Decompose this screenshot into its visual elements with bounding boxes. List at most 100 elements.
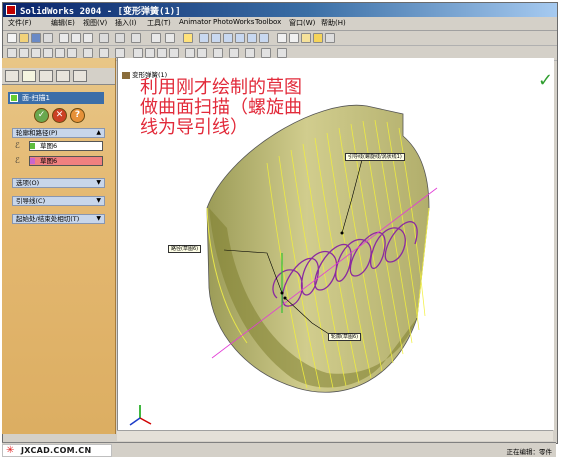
watermark-text: JXCAD.COM.CN [21, 446, 92, 455]
profile-field[interactable]: 草图6 [29, 141, 103, 151]
section-view-icon[interactable] [325, 33, 335, 43]
trim-icon[interactable] [99, 48, 109, 58]
menu-file[interactable]: 文件(F) [8, 18, 32, 28]
property-manager-title: 面-扫描1 [22, 94, 50, 102]
chevron-down-icon: ▼ [96, 215, 101, 222]
guide-curves-group-label: 引导线(C) [16, 197, 46, 205]
display-manager-tab-icon[interactable] [56, 70, 70, 82]
chevron-up-icon: ▲ [96, 129, 101, 136]
start-end-tangency-group[interactable]: 起始处/结束处相切(T) ▼ [12, 214, 105, 224]
guide-curve-callout: 引导线(螺旋线/涡状线1) [345, 153, 405, 161]
leader-dot [283, 296, 287, 300]
undo-icon[interactable] [99, 33, 109, 43]
menu-toolbox[interactable]: Toolbox [255, 18, 281, 26]
path-callout: 路径(草图6) [168, 245, 202, 253]
sketch-icon[interactable] [7, 48, 17, 58]
path-color-swatch [30, 158, 35, 164]
chevron-down-icon: ▼ [96, 179, 101, 186]
cancel-button[interactable]: ✕ [52, 108, 67, 123]
path-selection-row: ℰ 草图6 [15, 155, 103, 167]
shell-icon[interactable] [213, 48, 223, 58]
cut-icon[interactable] [59, 33, 69, 43]
helix-icon[interactable] [261, 48, 271, 58]
profile-icon: ℰ [15, 141, 20, 150]
menu-photoworks[interactable]: PhotoWorks [213, 18, 254, 26]
coordinate-triad-icon [129, 405, 152, 426]
rebuild-icon[interactable] [131, 33, 141, 43]
menu-animator[interactable]: Animator [179, 18, 211, 26]
menu-help[interactable]: 帮助(H) [321, 18, 346, 28]
shaded-icon[interactable] [301, 33, 311, 43]
options-group-label: 选项(O) [16, 179, 40, 187]
zoom-in-icon[interactable] [223, 33, 233, 43]
title-bar: SolidWorks 2004 - [变形弹簧(1)] [3, 3, 557, 17]
extrude-icon[interactable] [133, 48, 143, 58]
ok-button[interactable]: ✓ [34, 108, 49, 123]
grid-icon[interactable] [151, 33, 161, 43]
select-icon[interactable] [115, 33, 125, 43]
menu-window[interactable]: 窗口(W) [289, 18, 315, 28]
menu-tools[interactable]: 工具(T) [147, 18, 171, 28]
standard-toolbar [3, 31, 557, 46]
solidworks-logo-icon [6, 5, 16, 15]
wireframe-icon[interactable] [277, 33, 287, 43]
help-icon[interactable] [183, 33, 193, 43]
mirror-icon[interactable] [115, 48, 125, 58]
arc-icon[interactable] [67, 48, 77, 58]
photoworks-tab-icon[interactable] [73, 70, 87, 82]
fillet-icon[interactable] [185, 48, 195, 58]
new-icon[interactable] [7, 33, 17, 43]
profile-path-group-label: 轮廓和路径(P) [16, 129, 58, 137]
spline-icon[interactable] [83, 48, 93, 58]
leader-dot [340, 231, 344, 235]
property-manager-header: 面-扫描1 [8, 92, 104, 104]
surface-sweep-icon [10, 94, 18, 102]
help-button[interactable]: ? [70, 108, 85, 123]
site-watermark: ✳ JXCAD.COM.CN [2, 444, 112, 457]
pattern-icon[interactable] [229, 48, 239, 58]
status-text: 正在编辑：零件 [506, 448, 553, 456]
profile-selection-row: ℰ 草图6 [15, 140, 103, 152]
revolve-icon[interactable] [145, 48, 155, 58]
pan-icon[interactable] [259, 33, 269, 43]
options-group[interactable]: 选项(O) ▼ [12, 178, 105, 188]
copy-icon[interactable] [71, 33, 81, 43]
rectangle-icon[interactable] [43, 48, 53, 58]
profile-path-group[interactable]: 轮廓和路径(P) ▲ [12, 128, 105, 138]
confirm-check-icon[interactable]: ✓ [538, 70, 553, 91]
reference-plane-icon[interactable] [245, 48, 255, 58]
loft-icon[interactable] [169, 48, 179, 58]
line-icon[interactable] [31, 48, 41, 58]
profile-color-swatch [30, 143, 35, 149]
start-end-tangency-group-label: 起始处/结束处相切(T) [16, 215, 80, 223]
menu-edit[interactable]: 编辑(E) [51, 18, 75, 28]
menu-view[interactable]: 视图(V) [83, 18, 107, 28]
zoom-area-icon[interactable] [211, 33, 221, 43]
circle-icon[interactable] [55, 48, 65, 58]
hidden-lines-icon[interactable] [289, 33, 299, 43]
property-manager-tab-icon[interactable] [22, 70, 36, 82]
smart-dimension-icon[interactable] [19, 48, 29, 58]
configuration-manager-tab-icon[interactable] [39, 70, 53, 82]
chamfer-icon[interactable] [197, 48, 207, 58]
path-field[interactable]: 草图6 [29, 156, 103, 166]
shaded-edges-icon[interactable] [313, 33, 323, 43]
zoom-selection-icon[interactable] [235, 33, 245, 43]
print-icon[interactable] [43, 33, 53, 43]
check-icon: ✓ [37, 110, 46, 120]
feature-manager-tab-icon[interactable] [5, 70, 19, 82]
horizontal-scrollbar[interactable] [117, 430, 553, 441]
rotate-icon[interactable] [247, 33, 257, 43]
profile-callout: 轮廓(草图6) [328, 333, 362, 341]
sweep-icon[interactable] [157, 48, 167, 58]
save-icon[interactable] [31, 33, 41, 43]
options-icon[interactable] [165, 33, 175, 43]
menu-bar: 文件(F) 编辑(E) 视图(V) 插入(I) 工具(T) Animator P… [3, 17, 557, 31]
curve-icon[interactable] [277, 48, 287, 58]
chevron-down-icon: ▼ [96, 197, 101, 204]
menu-insert[interactable]: 插入(I) [115, 18, 137, 28]
zoom-fit-icon[interactable] [199, 33, 209, 43]
paste-icon[interactable] [83, 33, 93, 43]
guide-curves-group[interactable]: 引导线(C) ▼ [12, 196, 105, 206]
open-icon[interactable] [19, 33, 29, 43]
